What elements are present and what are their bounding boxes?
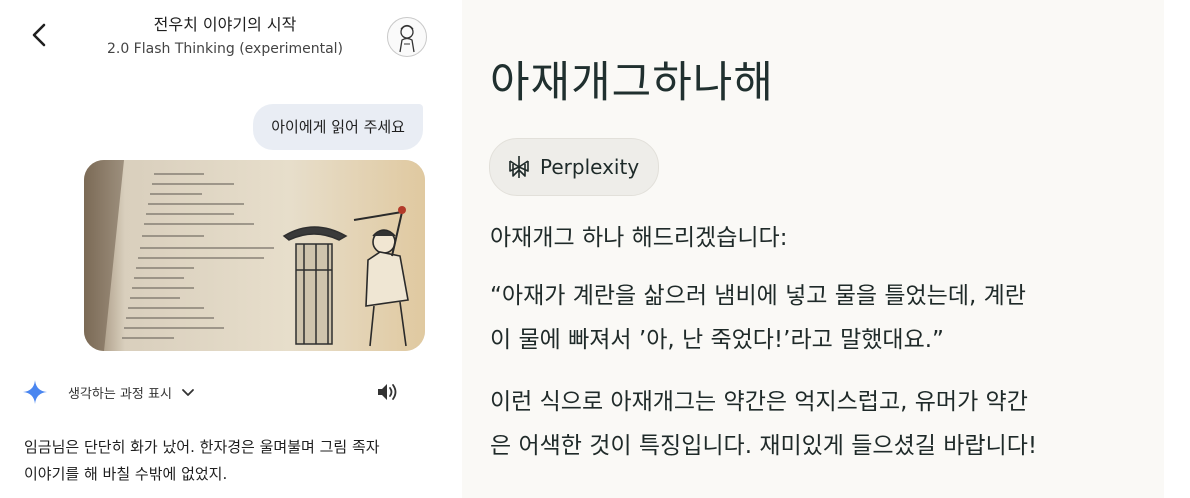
answer-line: 이런 식으로 아재개그는 약간은 억지스럽고, 유머가 약간 bbox=[490, 389, 1028, 415]
answer-intro: 아재개그 하나 해드리겠습니다: bbox=[490, 216, 1150, 260]
chat-title: 전우치 이야기의 시작 bbox=[153, 15, 297, 34]
model-response-text: 임금님은 단단히 화가 났어. 한자경은 울며불며 그림 족자 이야기를 해 바… bbox=[24, 434, 434, 488]
perplexity-logo-icon bbox=[509, 156, 529, 178]
answer-line: 은 어색한 것이 특징입니다. 재미있게 들으셨길 바랍니다! bbox=[490, 433, 1038, 459]
user-avatar[interactable] bbox=[387, 17, 427, 57]
attached-book-photo[interactable] bbox=[84, 160, 425, 351]
answer-joke: “아재가 계란을 삶으러 냄비에 넣고 물을 틀었는데, 계란 이 물에 빠져서… bbox=[490, 274, 1150, 362]
answer-line: 아재개그 하나 해드리겠습니다: bbox=[490, 225, 788, 251]
user-message-bubble: 아이에게 읽어 주세요 bbox=[253, 104, 423, 150]
chevron-down-icon bbox=[182, 389, 194, 396]
perplexity-source-chip[interactable]: Perplexity bbox=[489, 138, 659, 196]
back-arrow-icon[interactable] bbox=[26, 20, 54, 50]
speaker-icon[interactable] bbox=[374, 379, 400, 405]
answer-conclusion: 이런 식으로 아재개그는 약간은 억지스럽고, 유머가 약간 은 어색한 것이 … bbox=[490, 380, 1150, 468]
response-line: 임금님은 단단히 화가 났어. 한자경은 울며불며 그림 족자 bbox=[24, 438, 380, 456]
response-line: 이야기를 해 바칠 수밖에 없었지. bbox=[24, 465, 228, 483]
show-thinking-toggle[interactable]: 생각하는 과정 표시 bbox=[22, 377, 196, 407]
gemini-sparkle-icon bbox=[23, 380, 47, 404]
model-name: 2.0 Flash Thinking (experimental) bbox=[106, 41, 344, 57]
source-chip-label: Perplexity bbox=[540, 155, 640, 179]
gemini-chat-panel: 전우치 이야기의 시작 2.0 Flash Thinking (experime… bbox=[0, 0, 445, 498]
perplexity-answer-panel: 아재개그하나해 Perplexity 아재개그 하나 해드리겠습니다: “아재가… bbox=[462, 0, 1164, 498]
show-thinking-label: 생각하는 과정 표시 bbox=[68, 386, 172, 402]
avatar-illustration-icon bbox=[399, 24, 415, 53]
query-title: 아재개그하나해 bbox=[490, 58, 774, 108]
answer-line: 이 물에 빠져서 ’아, 난 죽었다!’라고 말했대요.” bbox=[490, 327, 944, 353]
answer-line: “아재가 계란을 삶으러 냄비에 넣고 물을 틀었는데, 계란 bbox=[490, 283, 1026, 309]
book-page-illustration bbox=[84, 160, 425, 351]
